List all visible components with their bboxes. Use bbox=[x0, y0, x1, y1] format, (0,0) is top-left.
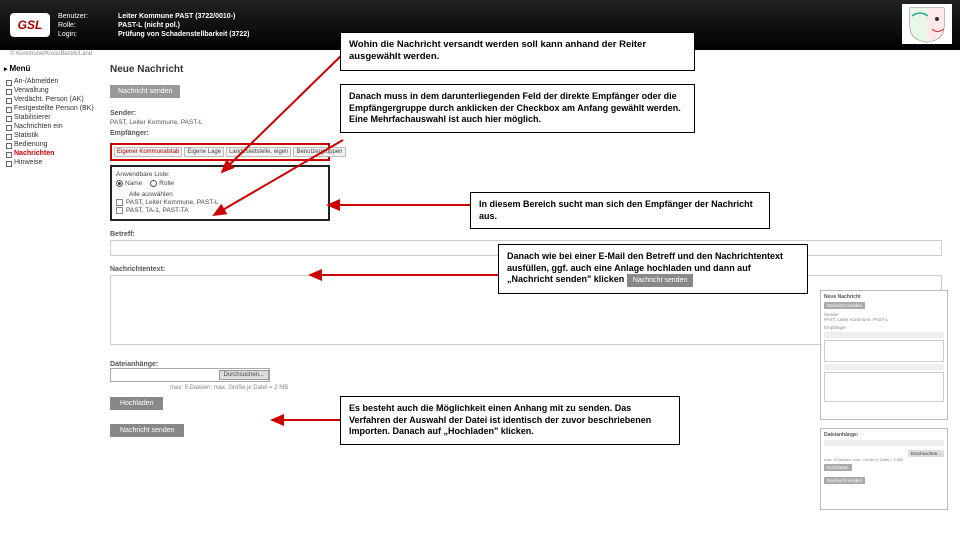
recipient-row[interactable]: PAST, Leiter Kommune, PAST-L bbox=[126, 199, 219, 206]
attachment-label: Dateianhänge: bbox=[110, 361, 942, 368]
label-user: Benutzer: bbox=[58, 13, 108, 20]
inset-screenshot-2: Dateianhänge: Durchsuchen... max. 5 Date… bbox=[820, 428, 948, 510]
value-role: PAST-L (nicht pol.) bbox=[118, 22, 249, 29]
checkbox[interactable] bbox=[116, 207, 123, 214]
sidebar-item[interactable]: Hinweise bbox=[4, 158, 100, 167]
send-message-top-button[interactable]: Nachricht senden bbox=[110, 85, 180, 98]
tab-own-situation[interactable]: Eigene Lage bbox=[184, 147, 224, 157]
radio-role[interactable]: Rolle bbox=[150, 180, 174, 187]
sidebar-item[interactable]: Verwaltung bbox=[4, 86, 100, 95]
radio-name[interactable]: Name bbox=[116, 180, 142, 187]
select-all[interactable]: Alle auswählen bbox=[129, 191, 173, 198]
sidebar-item[interactable]: Stabilisierer bbox=[4, 113, 100, 122]
checkbox[interactable] bbox=[116, 199, 123, 206]
callout-recipient-area: In diesem Bereich sucht man sich den Emp… bbox=[470, 192, 770, 229]
file-path-box[interactable]: Durchsuchen... bbox=[110, 368, 270, 382]
nrw-crest-icon bbox=[902, 4, 952, 44]
inline-send-button-img: Nachricht senden bbox=[627, 274, 693, 287]
send-message-bottom-button[interactable]: Nachricht senden bbox=[110, 424, 184, 437]
callout-attachment: Es besteht auch die Möglichkeit einen An… bbox=[340, 396, 680, 445]
value-user: Leiter Kommune PAST (3722/0010-) bbox=[118, 13, 249, 20]
sidebar-item-messages[interactable]: Nachrichten bbox=[4, 149, 100, 158]
upload-button[interactable]: Hochladen bbox=[110, 397, 163, 410]
browse-button[interactable]: Durchsuchen... bbox=[219, 370, 269, 380]
filter-label: Anwendbare Liste: bbox=[116, 171, 170, 178]
sidebar-item[interactable]: Verdächt. Person (AK) bbox=[4, 95, 100, 104]
inset-screenshot-1: Neue Nachricht Nachricht senden Sender P… bbox=[820, 290, 948, 420]
value-login: Prüfung von Schadenstellbarkeit (3722) bbox=[118, 31, 249, 38]
callout-tabs: Wohin die Nachricht versandt werden soll… bbox=[340, 32, 695, 71]
sidebar-item[interactable]: Statistik bbox=[4, 131, 100, 140]
tab-state-control[interactable]: Landesleitstelle, eigen bbox=[226, 147, 291, 157]
sidebar-item[interactable]: Festgestellte Person (BK) bbox=[4, 104, 100, 113]
label-login: Login: bbox=[58, 31, 108, 38]
label-role: Rolle: bbox=[58, 22, 108, 29]
recipient-tabs: Eigener Kommunalstab Eigene Lage Landesl… bbox=[110, 143, 330, 161]
sidebar-item[interactable]: Bedienung bbox=[4, 140, 100, 149]
recipient-select-box: Anwendbare Liste: Name Rolle Alle auswäh… bbox=[110, 165, 330, 221]
subject-label: Betreff: bbox=[110, 231, 942, 238]
sidebar-item[interactable]: Nachrichten ein bbox=[4, 122, 100, 131]
callout-recipient-checkbox: Danach muss in dem darunterliegenden Fel… bbox=[340, 84, 695, 133]
menu-title: Menü bbox=[4, 64, 100, 73]
sidebar-item[interactable]: An-/Abmelden bbox=[4, 77, 100, 86]
recipient-row[interactable]: PAST, TA-1, PAST-TA bbox=[126, 207, 189, 214]
sidebar: Menü An-/Abmelden Verwaltung Verdächt. P… bbox=[0, 58, 104, 538]
tab-user-groups[interactable]: Benutzergruppen bbox=[293, 147, 345, 157]
callout-subject-send: Danach wie bei einer E-Mail den Betreff … bbox=[498, 244, 808, 294]
tab-own-staff[interactable]: Eigener Kommunalstab bbox=[114, 147, 182, 157]
app-logo: GSL bbox=[10, 13, 50, 37]
